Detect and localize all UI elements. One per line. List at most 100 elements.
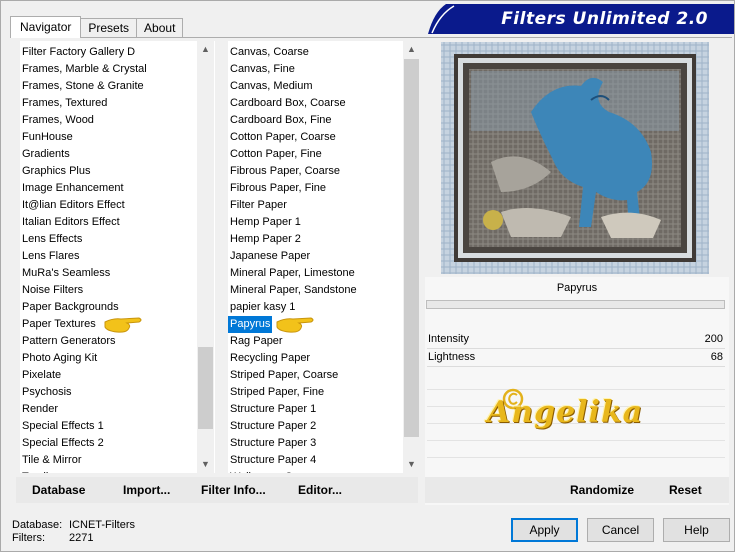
filter-name-bar xyxy=(426,300,725,309)
category-item[interactable]: Frames, Textured xyxy=(20,95,149,112)
import-button[interactable]: Import... xyxy=(123,477,170,503)
tab-about[interactable]: About xyxy=(136,18,184,38)
param-divider xyxy=(427,366,725,367)
param-label: Intensity xyxy=(428,333,469,345)
category-item[interactable]: Pixelate xyxy=(20,367,149,384)
left-button-bar: Database Import... Filter Info... Editor… xyxy=(16,477,418,503)
filter-item[interactable]: Structure Paper 1 xyxy=(228,401,359,418)
help-button[interactable]: Help xyxy=(663,518,730,542)
status-label: Database: xyxy=(12,519,63,531)
pointing-hand-icon xyxy=(104,317,142,333)
param-lightness[interactable]: Lightness 68 xyxy=(427,349,725,367)
category-item[interactable]: FunHouse xyxy=(20,129,149,146)
filter-item[interactable]: Cardboard Box, Coarse xyxy=(228,95,359,112)
filter-item[interactable]: Structure Paper 2 xyxy=(228,418,359,435)
filter-item[interactable]: Cotton Paper, Fine xyxy=(228,146,359,163)
scroll-thumb[interactable] xyxy=(404,59,419,437)
scroll-up-icon[interactable]: ▲ xyxy=(403,41,420,58)
category-item[interactable]: Toadies xyxy=(20,469,149,473)
parameter-panel: Papyrus Intensity 200 Lightness 68 Angel… xyxy=(425,277,729,505)
filter-item[interactable]: Japanese Paper xyxy=(228,248,359,265)
param-value: 200 xyxy=(704,333,723,345)
category-scrollbar[interactable]: ▲ ▼ xyxy=(197,41,214,473)
category-item[interactable]: Lens Flares xyxy=(20,248,149,265)
param-intensity[interactable]: Intensity 200 xyxy=(427,331,725,349)
filter-item[interactable]: Cardboard Box, Fine xyxy=(228,112,359,129)
category-item[interactable]: Special Effects 2 xyxy=(20,435,149,452)
param-label: Lightness xyxy=(428,351,476,363)
filter-scrollbar[interactable]: ▲ ▼ xyxy=(403,41,420,473)
category-item[interactable]: Special Effects 1 xyxy=(20,418,149,435)
tab-navigator[interactable]: Navigator xyxy=(10,16,82,38)
filter-item[interactable]: Cotton Paper, Coarse xyxy=(228,129,359,146)
filter-item[interactable]: Recycling Paper xyxy=(228,350,359,367)
category-item[interactable]: Gradients xyxy=(20,146,149,163)
category-items: Filter Factory Gallery D Frames, Marble &… xyxy=(20,44,149,473)
category-item[interactable]: Italian Editors Effect xyxy=(20,214,149,231)
category-item[interactable]: Render xyxy=(20,401,149,418)
status-database: Database: ICNET-Filters xyxy=(12,519,135,531)
category-item[interactable]: Tile & Mirror xyxy=(20,452,149,469)
filter-item[interactable]: Hemp Paper 1 xyxy=(228,214,359,231)
preview-artwork xyxy=(441,42,709,274)
category-item[interactable]: It@lian Editors Effect xyxy=(20,197,149,214)
tab-bar: Navigator Presets About xyxy=(10,16,184,38)
category-list[interactable]: Filter Factory Gallery D Frames, Marble &… xyxy=(20,41,215,473)
randomize-button[interactable]: Randomize xyxy=(570,477,634,503)
cancel-button[interactable]: Cancel xyxy=(587,518,654,542)
filter-name-label: Papyrus xyxy=(556,282,598,294)
category-item[interactable]: Pattern Generators xyxy=(20,333,149,350)
category-item[interactable]: Frames, Marble & Crystal xyxy=(20,61,149,78)
status-label: Filters: xyxy=(12,532,45,544)
filter-item[interactable]: Mineral Paper, Limestone xyxy=(228,265,359,282)
category-item[interactable]: Frames, Stone & Granite xyxy=(20,78,149,95)
status-filters: Filters: 2271 xyxy=(12,532,93,544)
scroll-down-icon[interactable]: ▼ xyxy=(197,456,214,473)
filter-item[interactable]: Hemp Paper 2 xyxy=(228,231,359,248)
scroll-down-icon[interactable]: ▼ xyxy=(403,456,420,473)
filter-item[interactable]: Filter Paper xyxy=(228,197,359,214)
filter-item[interactable]: Structure Paper 3 xyxy=(228,435,359,452)
tab-divider xyxy=(10,37,732,38)
category-item[interactable]: Psychosis xyxy=(20,384,149,401)
filter-item[interactable]: Mineral Paper, Sandstone xyxy=(228,282,359,299)
filter-item[interactable]: Canvas, Medium xyxy=(228,78,359,95)
right-button-bar: Randomize Reset xyxy=(425,477,729,503)
filter-item[interactable]: Structure Paper 4 xyxy=(228,452,359,469)
category-item[interactable]: Lens Effects xyxy=(20,231,149,248)
filter-item[interactable]: Striped Paper, Fine xyxy=(228,384,359,401)
filter-info-button[interactable]: Filter Info... xyxy=(201,477,266,503)
reset-button[interactable]: Reset xyxy=(669,477,702,503)
filter-item[interactable]: Papyrus xyxy=(228,316,273,333)
filter-items: Canvas, Coarse Canvas, Fine Canvas, Medium… xyxy=(228,44,359,473)
pointing-hand-icon xyxy=(276,317,314,333)
scroll-thumb[interactable] xyxy=(198,347,213,429)
watermark-text: Angelika xyxy=(487,395,644,430)
filter-item[interactable]: Canvas, Fine xyxy=(228,61,359,78)
watermark-logo: Angelika xyxy=(483,383,643,439)
filter-item[interactable]: Canvas, Coarse xyxy=(228,44,359,61)
editor-button[interactable]: Editor... xyxy=(298,477,342,503)
category-item[interactable]: MuRa's Seamless xyxy=(20,265,149,282)
category-item[interactable]: Image Enhancement xyxy=(20,180,149,197)
category-item[interactable]: Frames, Wood xyxy=(20,112,149,129)
filter-item[interactable]: Wallpaper, Coarse xyxy=(228,469,359,473)
preview-image xyxy=(441,42,709,274)
database-button[interactable]: Database xyxy=(32,477,85,503)
param-value: 68 xyxy=(710,351,723,363)
category-item[interactable]: Photo Aging Kit xyxy=(20,350,149,367)
category-item[interactable]: Filter Factory Gallery D xyxy=(20,44,149,61)
filter-item[interactable]: Striped Paper, Coarse xyxy=(228,367,359,384)
filter-list[interactable]: Canvas, Coarse Canvas, Fine Canvas, Medium… xyxy=(228,41,420,473)
filter-item[interactable]: Rag Paper xyxy=(228,333,359,350)
banner: Filters Unlimited 2.0 xyxy=(428,4,735,34)
apply-button[interactable]: Apply xyxy=(511,518,578,542)
filter-item[interactable]: Fibrous Paper, Fine xyxy=(228,180,359,197)
status-value: 2271 xyxy=(69,532,94,544)
scroll-up-icon[interactable]: ▲ xyxy=(197,41,214,58)
tab-presets[interactable]: Presets xyxy=(80,18,138,38)
status-value: ICNET-Filters xyxy=(69,519,135,531)
category-item[interactable]: Noise Filters xyxy=(20,282,149,299)
category-item[interactable]: Graphics Plus xyxy=(20,163,149,180)
filter-item[interactable]: Fibrous Paper, Coarse xyxy=(228,163,359,180)
